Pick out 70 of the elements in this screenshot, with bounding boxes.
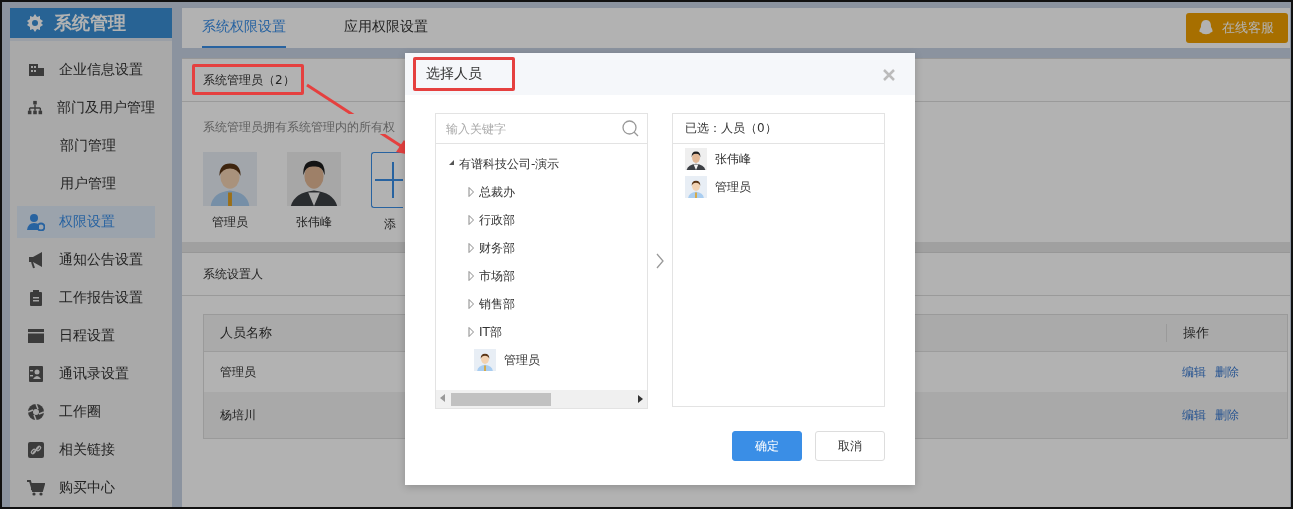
action-link[interactable]: 删除 [1215, 363, 1239, 381]
section-title: 系统设置人 [203, 265, 263, 283]
sidebar-item[interactable]: 购买中心 [17, 469, 155, 507]
add-button[interactable] [371, 152, 403, 208]
sidebar-subitem[interactable]: 部门管理 [17, 127, 155, 165]
scroll-left-icon [440, 394, 445, 402]
column-header: 操作 [1166, 324, 1287, 342]
tree-node[interactable]: 市场部 [479, 267, 515, 285]
section-title: 系统管理员（2） [203, 71, 295, 89]
calendar-icon [27, 327, 45, 345]
megaphone-icon [27, 251, 45, 269]
avatar [685, 148, 707, 170]
tree-node[interactable]: 总裁办 [479, 183, 515, 201]
avatar [685, 176, 707, 198]
selected-person[interactable]: 管理员 [715, 178, 751, 196]
clipboard-icon [27, 289, 45, 307]
selected-person[interactable]: 张伟峰 [715, 150, 751, 168]
expand-icon[interactable] [468, 215, 475, 225]
tree-node[interactable]: 销售部 [479, 295, 515, 313]
avatar [474, 349, 496, 371]
building-icon [27, 61, 45, 79]
sidebar-item[interactable]: 日程设置 [17, 317, 155, 355]
plus-icon [373, 160, 403, 200]
action-link[interactable]: 编辑 [1182, 363, 1206, 381]
tree-node[interactable]: 有谱科技公司-演示 [459, 155, 560, 173]
search-field[interactable]: 输入关键字 [444, 120, 622, 137]
search-icon [622, 120, 639, 137]
settings-icon [26, 14, 44, 32]
contact-card-icon [27, 365, 45, 383]
dialog-title: 选择人员 [413, 57, 515, 91]
user-settings-icon [27, 213, 45, 231]
sidebar-title: 系统管理 [54, 11, 126, 35]
tree-node[interactable]: IT部 [479, 323, 502, 341]
tab[interactable]: 应用权限设置 [344, 8, 428, 48]
link-icon [27, 441, 45, 459]
cancel-button[interactable]: 取消 [815, 431, 885, 461]
sidebar-item[interactable]: 企业信息设置 [17, 51, 155, 89]
tree-node[interactable]: 财务部 [479, 239, 515, 257]
penguin-icon [1198, 20, 1214, 36]
expand-icon[interactable] [468, 327, 475, 337]
expand-icon[interactable] [468, 187, 475, 197]
sidebar-subitem[interactable]: 用户管理 [17, 165, 155, 203]
member-name: 张伟峰 [296, 214, 332, 231]
description: 系统管理员拥有系统管理内的所有权 [203, 120, 395, 134]
sidebar-item[interactable]: 工作报告设置 [17, 279, 155, 317]
table-cell: 管理员 [220, 364, 256, 379]
scroll-right-icon [638, 395, 643, 403]
member-name: 管理员 [212, 214, 248, 231]
chevron-right-icon [656, 253, 664, 269]
expand-icon[interactable] [468, 271, 475, 281]
sidebar-item[interactable]: 工作圈 [17, 393, 155, 431]
expand-icon[interactable] [468, 299, 475, 309]
sidebar-item[interactable]: 通讯录设置 [17, 355, 155, 393]
avatar [203, 152, 257, 206]
tree-node[interactable]: 行政部 [479, 211, 515, 229]
sidebar-item[interactable]: 通知公告设置 [17, 241, 155, 279]
sidebar-item[interactable]: 部门及用户管理 [17, 89, 155, 127]
tree-person[interactable]: 管理员 [504, 351, 540, 369]
scrollbar[interactable] [436, 390, 647, 408]
column-header: 人员名称 [220, 325, 272, 340]
close-icon [883, 69, 895, 81]
cart-icon [27, 479, 45, 497]
add-label: 添 [384, 216, 396, 233]
org-chart-icon [27, 99, 43, 117]
expand-icon[interactable] [468, 243, 475, 253]
sidebar-item[interactable]: 相关链接 [17, 431, 155, 469]
selected-header: 已选：人员（0） [673, 114, 884, 144]
aperture-icon [27, 403, 45, 421]
avatar [287, 152, 341, 206]
table-cell: 杨培川 [220, 407, 256, 422]
